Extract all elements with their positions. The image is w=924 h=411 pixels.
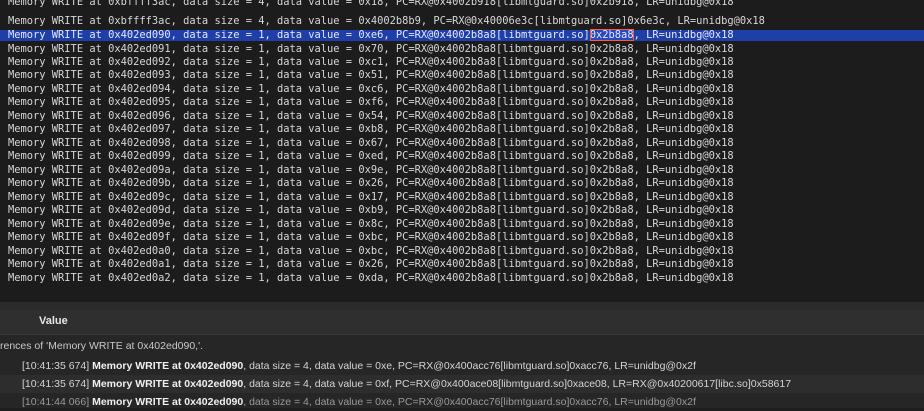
match-text: Memory WRITE at 0x402ed090 [92,396,244,408]
log-line: Memory WRITE at 0x402ed09f, data size = … [8,231,734,243]
log-line: Memory WRITE at 0x402ed092, data size = … [8,56,734,68]
log-line: Memory WRITE at 0x402ed0a0, data size = … [8,245,734,257]
timestamp: [10:41:44 066] [22,396,90,408]
log-line: Memory WRITE at 0x402ed09a, data size = … [8,164,734,176]
log-line: Memory WRITE at 0x402ed09c, data size = … [8,191,734,203]
log-line-selected-prefix: Memory WRITE at 0x402ed090, data size = … [8,29,590,41]
row-detail: , data size = 4, data value = 0xe, PC=RX… [243,360,696,372]
log-line: Memory WRITE at 0x402ed093, data size = … [8,69,734,81]
references-title: rences of 'Memory WRITE at 0x402ed090,'. [0,340,204,352]
log-line: Memory WRITE at 0xbffff3ac, data size = … [8,0,734,8]
match-text: Memory WRITE at 0x402ed090 [92,360,244,372]
log-line: Memory WRITE at 0x402ed09e, data size = … [8,218,734,230]
find-references-panel: Value rences of 'Memory WRITE at 0x402ed… [0,310,924,408]
log-line: Memory WRITE at 0x402ed097, data size = … [8,123,734,135]
column-header-value[interactable]: Value [39,315,68,327]
log-line: Memory WRITE at 0xbffff3ac, data size = … [8,15,765,27]
log-line-cut-off [0,289,924,300]
row-detail: , data size = 4, data value = 0xf, PC=RX… [243,378,792,390]
log-line: Memory WRITE at 0x402ed096, data size = … [8,110,734,122]
log-line-selected-suffix: , LR=unidbg@0x18 [633,29,734,41]
log-line: Memory WRITE at 0x402ed091, data size = … [8,43,734,55]
console-output[interactable]: Memory WRITE at 0xbffff3ac, data size = … [0,0,924,302]
log-line: Memory WRITE at 0x402ed09b, data size = … [8,177,734,189]
log-line: Memory WRITE at 0x402ed09d, data size = … [8,204,734,216]
log-line-selected[interactable]: Memory WRITE at 0x402ed090, data size = … [0,29,924,41]
panel-header: Value [0,310,924,335]
timestamp: [10:41:35 674] [22,360,90,372]
log-line: Memory WRITE at 0x402ed0a2, data size = … [8,272,734,284]
panel-splitter[interactable] [0,302,924,310]
row-detail: , data size = 4, data value = 0xe, PC=RX… [243,396,696,408]
timestamp: [10:41:35 674] [22,378,90,390]
match-text: Memory WRITE at 0x402ed090 [92,378,244,390]
log-line: Memory WRITE at 0x402ed095, data size = … [8,96,734,108]
log-line: Memory WRITE at 0x402ed098, data size = … [8,137,734,149]
search-highlight: 0x2b8a8 [589,29,634,41]
log-line: Memory WRITE at 0x402ed0a1, data size = … [8,258,734,270]
reference-row[interactable]: [10:41:44 066] Memory WRITE at 0x402ed09… [0,393,924,411]
log-line: Memory WRITE at 0x402ed099, data size = … [8,150,734,162]
reference-row[interactable]: [10:41:35 674] Memory WRITE at 0x402ed09… [0,357,924,375]
reference-row[interactable]: [10:41:35 674] Memory WRITE at 0x402ed09… [0,375,924,393]
log-line: Memory WRITE at 0x402ed094, data size = … [8,83,734,95]
